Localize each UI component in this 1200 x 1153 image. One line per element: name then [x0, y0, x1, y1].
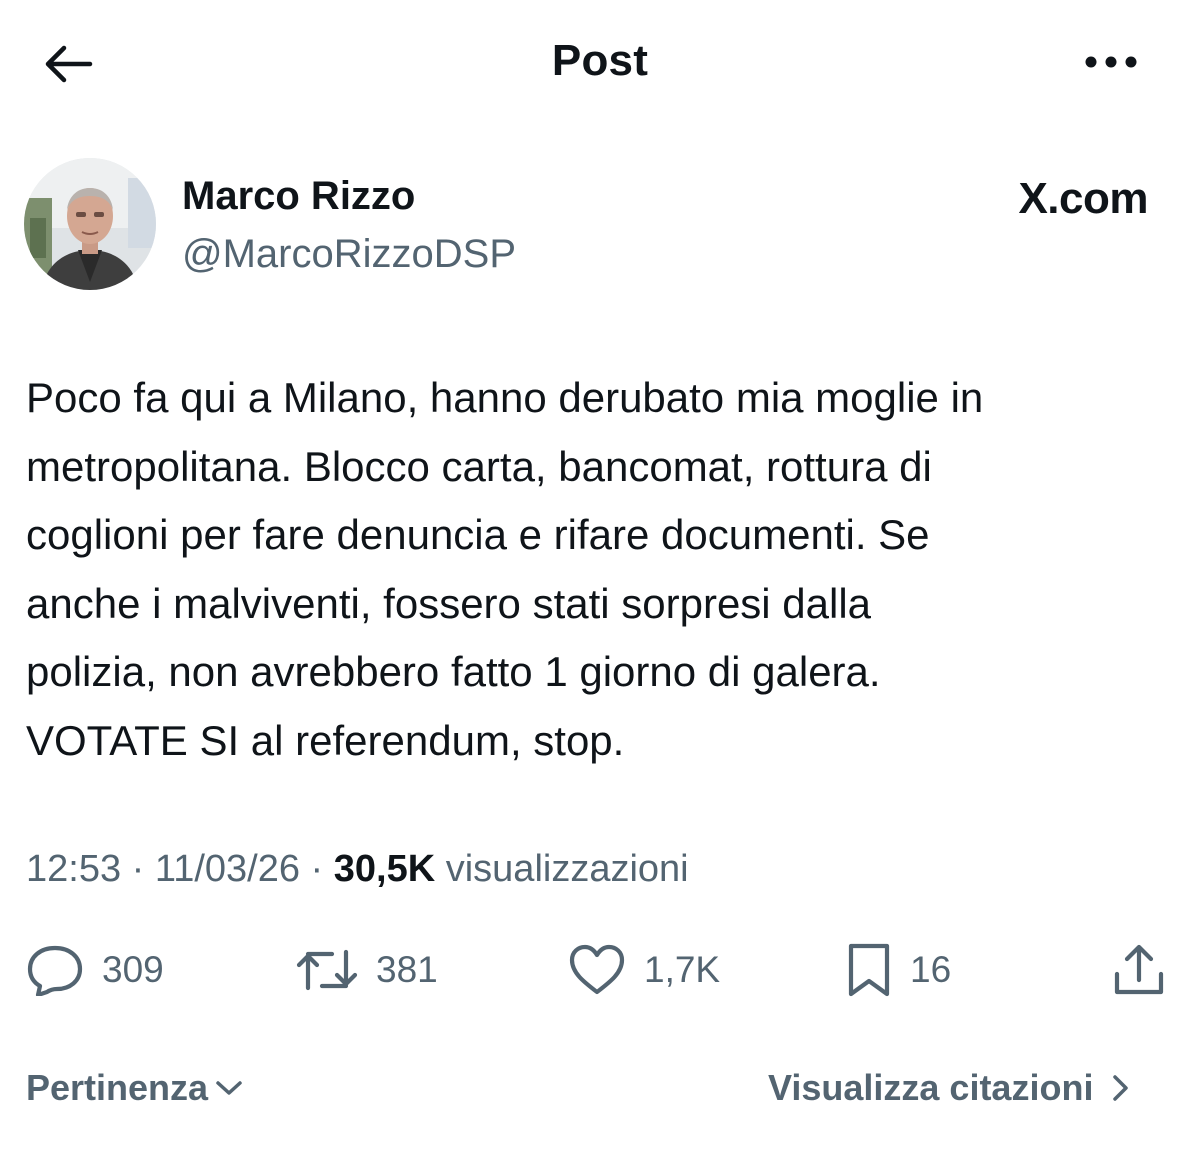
tweet-text-line: VOTATE SI al referendum, stop. — [26, 716, 625, 764]
repost-icon — [296, 949, 358, 991]
page-title: Post — [551, 36, 649, 85]
share-button[interactable] — [1112, 938, 1166, 1002]
tweet-date[interactable]: 11/03/26 — [155, 848, 300, 890]
more-horizontal-icon — [1085, 56, 1137, 68]
avatar[interactable] — [24, 158, 156, 290]
tweet-text-line: anche i malviventi, fossero stati sorpre… — [26, 579, 872, 627]
like-button[interactable]: 1,7K — [568, 938, 720, 1002]
tweet-time[interactable]: 12:53 — [26, 848, 121, 890]
tweet-text: Poco fa qui a Milano, hanno derubato mia… — [26, 364, 1186, 775]
meta-separator: · — [131, 848, 145, 890]
tweet-text-line: coglioni per fare denuncia e rifare docu… — [26, 511, 930, 558]
author-handle[interactable]: @MarcoRizzoDSP — [182, 232, 516, 277]
sort-label: Pertinenza — [26, 1067, 209, 1108]
brand-watermark: X.com — [1018, 174, 1148, 223]
heart-icon — [569, 944, 625, 995]
reply-count: 309 — [102, 949, 164, 990]
repost-button[interactable]: 381 — [296, 938, 438, 1002]
chevron-down-icon — [216, 1081, 242, 1095]
bookmark-button[interactable]: 16 — [846, 938, 951, 1002]
like-count: 1,7K — [644, 949, 721, 990]
chevron-right-icon — [1113, 1075, 1129, 1101]
share-icon — [1114, 944, 1164, 995]
sort-dropdown[interactable]: Pertinenza — [26, 1064, 244, 1112]
bookmark-icon — [848, 943, 890, 997]
reply-icon — [27, 945, 83, 996]
bookmark-count: 16 — [910, 949, 952, 990]
meta-separator: · — [310, 848, 324, 890]
view-quotes-link[interactable]: Visualizza citazioni — [768, 1064, 1133, 1112]
author-name[interactable]: Marco Rizzo — [182, 174, 415, 219]
tweet-meta: 12:53 · 11/03/26 · 30,5K visualizzazioni — [26, 848, 689, 891]
reply-button[interactable]: 309 — [26, 938, 164, 1002]
quotes-label: Visualizza citazioni — [768, 1067, 1094, 1108]
views-count: 30,5K — [333, 848, 436, 890]
tweet-text-line: metropolitana. Blocco carta, bancomat, r… — [26, 442, 932, 490]
tweet-text-line: polizia, non avrebbero fatto 1 giorno di… — [26, 648, 881, 695]
views-label: visualizzazioni — [445, 848, 689, 890]
avatar-photo — [24, 158, 156, 290]
more-options-button[interactable] — [1080, 40, 1142, 84]
repost-count: 381 — [376, 949, 438, 990]
tweet-text-line: Poco fa qui a Milano, hanno derubato mia… — [26, 374, 984, 421]
